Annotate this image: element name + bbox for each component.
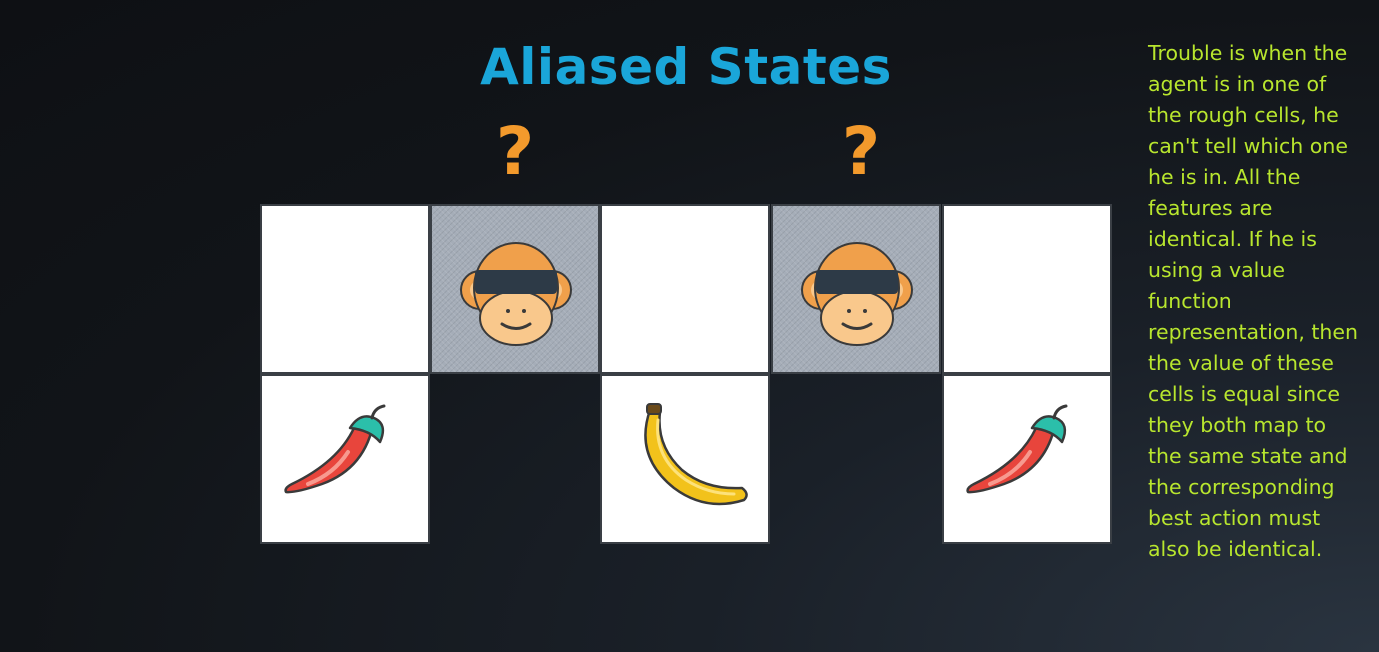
grid-cell-bottom-5 [942,374,1112,544]
chili-pepper-icon [966,404,1068,494]
chili-pepper-icon [284,404,386,494]
grid-cell-bottom-1 [260,374,430,544]
grid-cell-bottom-3 [600,374,770,544]
question-mark-left: ? [495,113,535,190]
grid-cell-top-3 [600,204,770,374]
grid-cell-top-4-rough [771,204,941,374]
question-mark-right: ? [841,113,881,190]
grid-cell-top-2-rough [430,204,600,374]
explanation-note: Trouble is when the agent is in one of t… [1148,41,1359,561]
blindfolded-monkey-icon [460,242,572,346]
grid-cell-top-5 [942,204,1112,374]
grid-cell-top-1 [260,204,430,374]
slide-title: Aliased States [480,38,892,96]
blindfolded-monkey-icon [801,242,913,346]
banana-icon [644,403,748,506]
